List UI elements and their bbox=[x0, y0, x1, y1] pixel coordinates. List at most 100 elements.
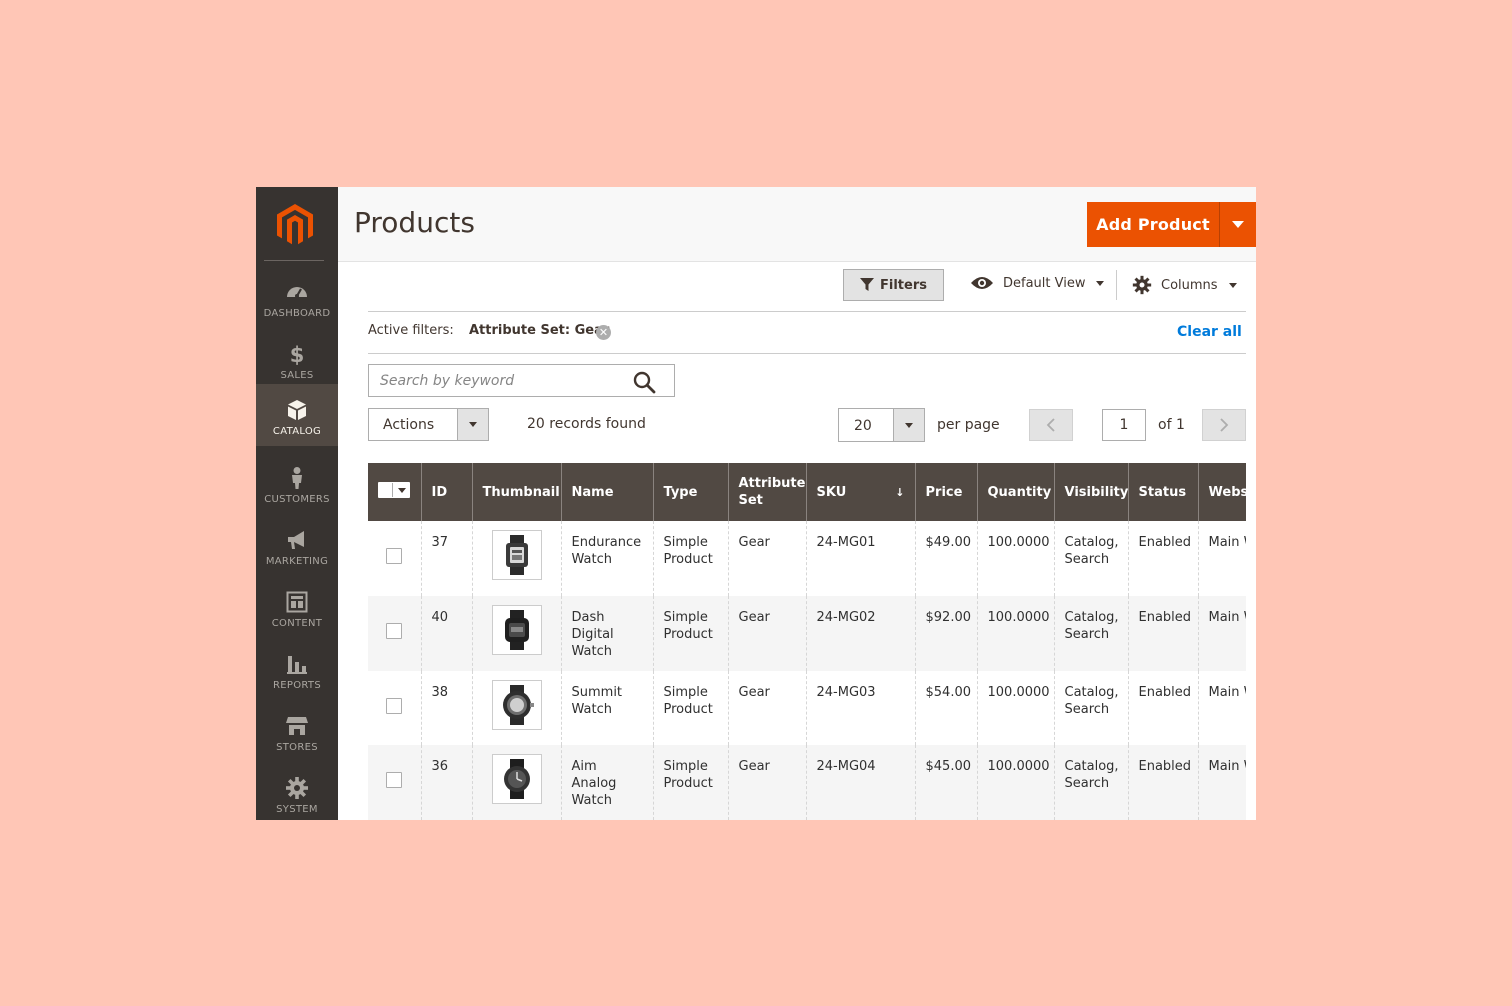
actions-dropdown[interactable]: Actions bbox=[368, 408, 489, 441]
admin-window: Dashboard $ Sales Catalog Customers Mark… bbox=[256, 187, 1256, 820]
cell-price: $45.00 bbox=[914, 745, 977, 820]
sidebar-item-dashboard[interactable]: Dashboard bbox=[256, 266, 338, 328]
sidebar-item-label: Customers bbox=[264, 494, 330, 505]
chevron-down-icon bbox=[1096, 280, 1105, 286]
gear-icon bbox=[286, 777, 308, 799]
per-page-toggle[interactable] bbox=[893, 409, 924, 441]
cell-status: Enabled bbox=[1127, 596, 1198, 671]
table-row[interactable]: 37 Endurance Watch Simple Product Gear 2… bbox=[368, 521, 1246, 596]
person-icon bbox=[292, 467, 302, 489]
add-product-dropdown-toggle[interactable] bbox=[1220, 202, 1256, 247]
next-page-button[interactable] bbox=[1202, 409, 1246, 441]
sidebar-item-label: Dashboard bbox=[263, 308, 331, 319]
row-checkbox[interactable] bbox=[386, 548, 403, 564]
layout-icon bbox=[286, 591, 308, 613]
filters-button[interactable]: Filters bbox=[843, 269, 944, 301]
row-checkbox[interactable] bbox=[386, 623, 403, 639]
columns-control-label: Columns bbox=[1161, 277, 1218, 293]
table-row[interactable]: 38 Summit Watch Simple Product Gear 24-M… bbox=[368, 671, 1246, 745]
cube-icon bbox=[288, 400, 306, 420]
row-checkbox[interactable] bbox=[386, 772, 403, 788]
sidebar-item-reports[interactable]: Reports bbox=[256, 638, 338, 700]
cell-sku: 24-MG01 bbox=[805, 521, 915, 596]
column-header-quantity[interactable]: Quantity bbox=[976, 463, 1054, 521]
cell-type: Simple Product bbox=[652, 596, 728, 671]
remove-filter-icon[interactable]: ✕ bbox=[596, 325, 611, 340]
cell-websites: Main Websi bbox=[1197, 745, 1246, 820]
sidebar-item-catalog[interactable]: Catalog bbox=[256, 384, 338, 446]
column-header-sku[interactable]: SKU ↓ bbox=[805, 463, 915, 521]
cell-quantity: 100.0000 bbox=[976, 671, 1054, 745]
watch-icon bbox=[502, 685, 534, 725]
cell-quantity: 100.0000 bbox=[976, 596, 1054, 671]
product-thumbnail[interactable] bbox=[491, 680, 542, 730]
actions-dropdown-toggle[interactable] bbox=[457, 409, 488, 440]
actions-dropdown-label: Actions bbox=[383, 417, 435, 433]
column-header-type[interactable]: Type bbox=[652, 463, 728, 521]
column-header-id[interactable]: ID bbox=[420, 463, 472, 521]
divider bbox=[368, 353, 1246, 354]
column-header-name[interactable]: Name bbox=[560, 463, 653, 521]
page-title: Products bbox=[354, 206, 475, 239]
sidebar-item-marketing[interactable]: Marketing bbox=[256, 514, 338, 576]
cell-name: Endurance Watch bbox=[560, 521, 653, 596]
sidebar-item-content[interactable]: Content bbox=[256, 576, 338, 638]
columns-control[interactable]: Columns bbox=[1132, 275, 1237, 295]
cell-type: Simple Product bbox=[652, 521, 728, 596]
per-page-select[interactable]: 20 bbox=[838, 408, 925, 442]
watch-icon bbox=[503, 759, 530, 799]
cell-id: 40 bbox=[420, 596, 472, 671]
sidebar-item-sales[interactable]: $ Sales bbox=[256, 328, 338, 390]
per-page-label: per page bbox=[937, 417, 1000, 433]
search-icon[interactable] bbox=[632, 370, 656, 394]
cell-quantity: 100.0000 bbox=[976, 521, 1054, 596]
clear-all-link[interactable]: Clear all bbox=[1177, 324, 1242, 340]
table-row[interactable]: 40 Dash Digital Watch Simple Product Gea… bbox=[368, 596, 1246, 671]
divider bbox=[368, 311, 1246, 312]
row-select-cell bbox=[368, 596, 421, 671]
column-header-sku-label: SKU bbox=[816, 484, 847, 500]
column-header-price[interactable]: Price bbox=[914, 463, 977, 521]
view-switcher[interactable]: Default View bbox=[970, 275, 1105, 291]
search-input[interactable] bbox=[369, 365, 629, 396]
column-header-websites[interactable]: Websi bbox=[1197, 463, 1246, 521]
cell-sku: 24-MG03 bbox=[805, 671, 915, 745]
cell-status: Enabled bbox=[1127, 745, 1198, 820]
eye-icon bbox=[971, 277, 993, 289]
sidebar-item-label: Stores bbox=[276, 742, 318, 753]
chevron-down-icon bbox=[1232, 221, 1244, 228]
toolbar-divider bbox=[1116, 270, 1117, 300]
column-header-attribute-set[interactable]: Attribute Set bbox=[727, 463, 806, 521]
cell-id: 37 bbox=[420, 521, 472, 596]
mass-select-checkbox[interactable] bbox=[378, 482, 411, 498]
row-select-cell bbox=[368, 671, 421, 745]
active-filter-chip: Attribute Set: Gear bbox=[469, 323, 610, 338]
column-header-status[interactable]: Status bbox=[1127, 463, 1198, 521]
cell-websites: Main Websi bbox=[1197, 596, 1246, 671]
sidebar-item-stores[interactable]: Stores bbox=[256, 700, 338, 762]
product-thumbnail[interactable] bbox=[491, 530, 542, 580]
per-page-value: 20 bbox=[854, 418, 872, 434]
products-table: ID Thumbnail Name Type Attribute Set SKU… bbox=[368, 463, 1246, 820]
cell-status: Enabled bbox=[1127, 671, 1198, 745]
column-header-visibility[interactable]: Visibility bbox=[1053, 463, 1128, 521]
cell-sku: 24-MG02 bbox=[805, 596, 915, 671]
page-number-input[interactable] bbox=[1102, 409, 1146, 441]
sidebar-item-label: Catalog bbox=[272, 426, 322, 437]
add-product-button[interactable]: Add Product bbox=[1087, 202, 1220, 247]
cell-attribute-set: Gear bbox=[727, 671, 806, 745]
cell-thumbnail bbox=[471, 671, 561, 745]
cell-visibility: Catalog, Search bbox=[1053, 745, 1128, 820]
product-thumbnail[interactable] bbox=[491, 605, 542, 655]
chevron-down-icon bbox=[397, 487, 406, 493]
cell-websites: Main Websi bbox=[1197, 521, 1246, 596]
row-checkbox[interactable] bbox=[386, 697, 403, 714]
table-row[interactable]: 36 Aim Analog Watch Simple Product Gear … bbox=[368, 745, 1246, 820]
product-thumbnail[interactable] bbox=[491, 754, 542, 804]
magento-logo-icon[interactable] bbox=[275, 202, 315, 248]
chevron-down-icon bbox=[469, 422, 477, 427]
sidebar-item-system[interactable]: System bbox=[256, 762, 338, 820]
gear-icon bbox=[1132, 275, 1152, 295]
previous-page-button[interactable] bbox=[1029, 409, 1073, 441]
sidebar-item-customers[interactable]: Customers bbox=[256, 452, 338, 514]
